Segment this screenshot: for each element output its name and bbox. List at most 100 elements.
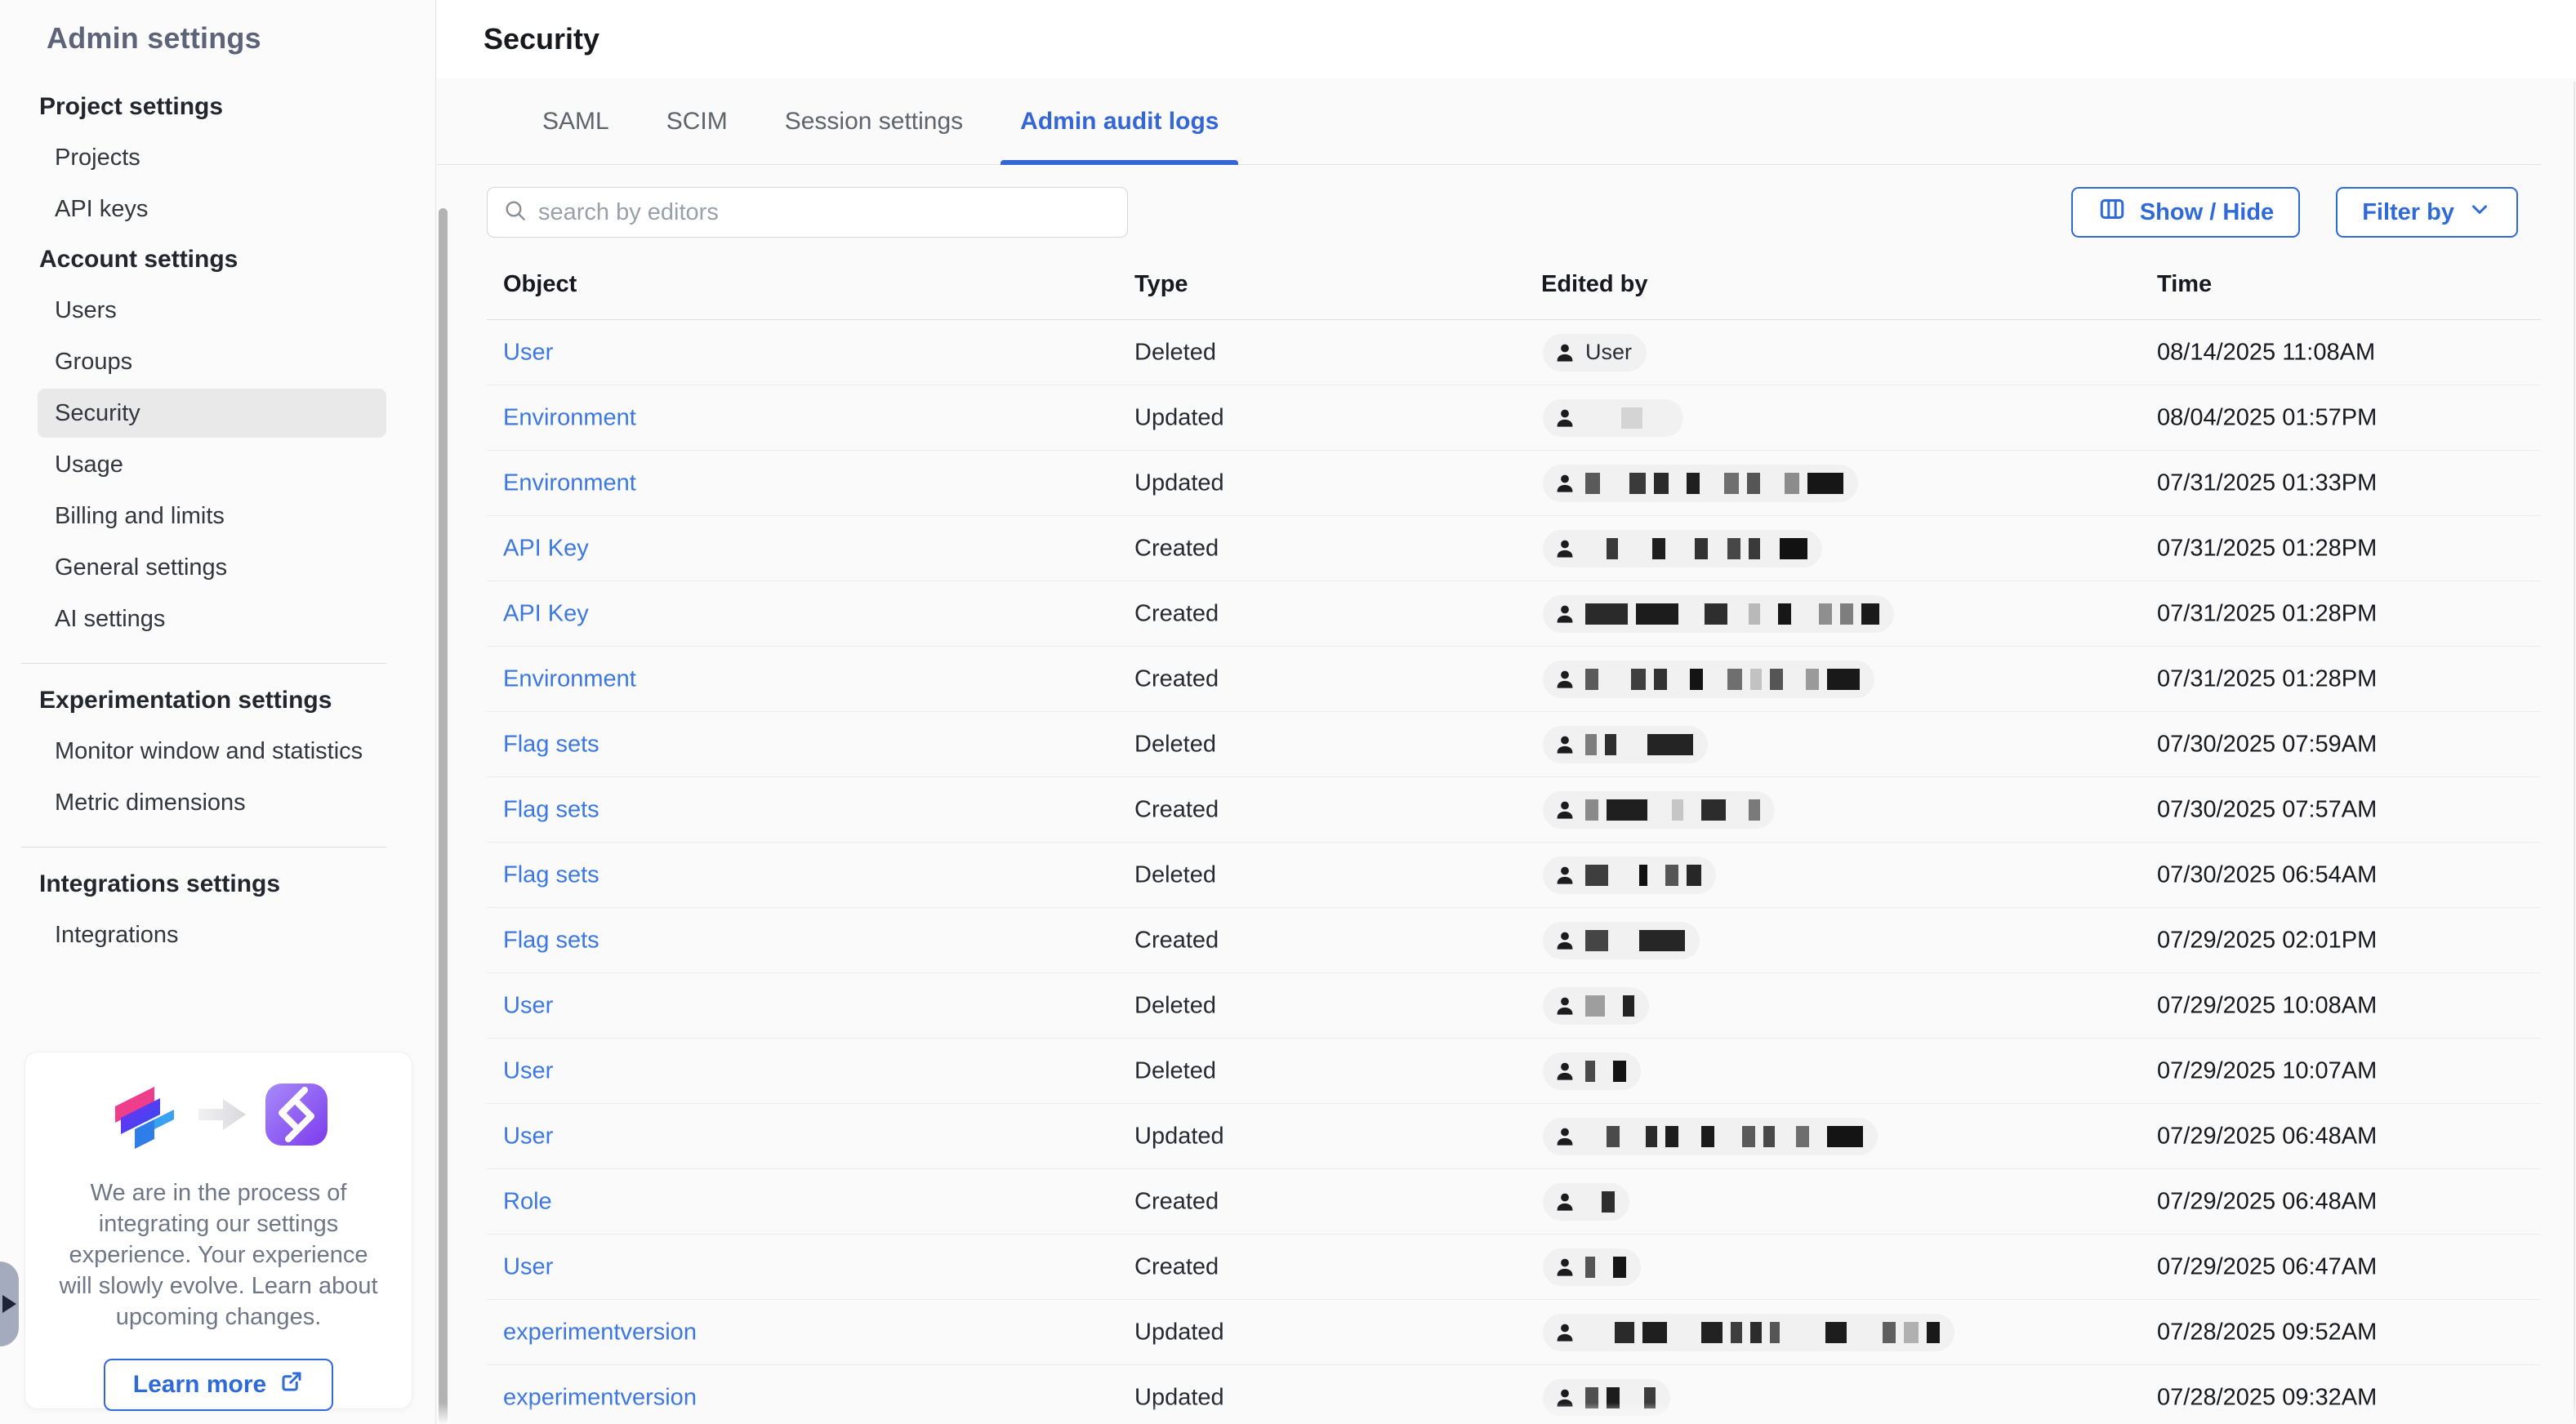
sidebar-item-metric-dimensions[interactable]: Metric dimensions — [38, 778, 386, 827]
object-link[interactable]: Environment — [503, 665, 636, 692]
sidebar-item-users[interactable]: Users — [38, 286, 386, 335]
editor-cell — [1541, 399, 1683, 437]
drawer-collapse-handle[interactable] — [0, 1262, 19, 1346]
redacted-block — [1613, 1257, 1626, 1278]
page-title: Security — [484, 22, 599, 56]
editor-cell — [1541, 530, 1822, 567]
sidebar-item-integrations[interactable]: Integrations — [38, 910, 386, 959]
redacted-block — [1727, 669, 1742, 690]
object-link[interactable]: Role — [503, 1188, 552, 1215]
redacted-block — [1585, 930, 1608, 951]
redacted-block — [1636, 603, 1678, 625]
editor-cell — [1541, 661, 1874, 698]
object-link[interactable]: Flag sets — [503, 796, 599, 823]
sidebar-item-general-settings[interactable]: General settings — [38, 543, 386, 592]
redacted-block — [1607, 1387, 1620, 1408]
type-cell: Deleted — [1134, 1057, 1216, 1084]
column-header-object: Object — [503, 271, 577, 298]
table-row: UserDeletedUser08/14/2025 11:08AM — [487, 320, 2541, 385]
search-input[interactable] — [538, 199, 1112, 226]
person-icon — [1553, 1320, 1577, 1345]
toolbar: Show / Hide Filter by — [487, 187, 2518, 238]
time-cell: 07/29/2025 06:47AM — [2157, 1253, 2377, 1280]
redacted-block — [1585, 538, 1598, 559]
object-link[interactable]: API Key — [503, 535, 589, 562]
filter-by-label: Filter by — [2362, 199, 2454, 226]
redacted-block — [1675, 669, 1682, 690]
table-row: UserUpdated07/29/2025 06:48AM — [487, 1104, 2541, 1169]
editor-cell — [1541, 1183, 1629, 1221]
sidebar-item-billing-and-limits[interactable]: Billing and limits — [38, 492, 386, 541]
sidebar-item-api-keys[interactable]: API keys — [38, 185, 386, 234]
sidebar-item-monitor-window-and-statistics[interactable]: Monitor window and statistics — [38, 727, 386, 776]
tab-session-settings[interactable]: Session settings — [765, 78, 983, 164]
redacted-block — [1731, 1322, 1742, 1343]
filter-by-button[interactable]: Filter by — [2336, 187, 2518, 238]
time-cell: 07/29/2025 10:08AM — [2157, 992, 2377, 1019]
sidebar-item-projects[interactable]: Projects — [38, 133, 386, 182]
object-link[interactable]: User — [503, 1123, 553, 1150]
tab-scim[interactable]: SCIM — [647, 78, 747, 164]
sidebar-group-heading-experimentation-settings: Experimentation settings — [39, 677, 435, 724]
expand-arrow-icon — [2, 1295, 16, 1313]
redacted-block — [1675, 1322, 1693, 1343]
person-icon — [1553, 471, 1577, 496]
redacted-block — [1716, 538, 1719, 559]
redacted-block — [1665, 1126, 1678, 1147]
object-link[interactable]: Flag sets — [503, 731, 599, 758]
redacted-block — [1629, 473, 1646, 494]
table-row: EnvironmentUpdated07/31/2025 01:33PM — [487, 451, 2541, 516]
sidebar-title: Admin settings — [0, 0, 435, 56]
audit-log-table: ObjectTypeEdited byTime UserDeletedUser0… — [487, 238, 2541, 1424]
learn-more-button[interactable]: Learn more — [104, 1359, 333, 1411]
sidebar-item-security[interactable]: Security — [38, 389, 386, 438]
table-row: experimentversionUpdated07/28/2025 09:52… — [487, 1300, 2541, 1365]
object-link[interactable]: experimentversion — [503, 1384, 697, 1411]
editor-badge — [1543, 1183, 1629, 1221]
redacted-block — [1603, 1061, 1605, 1082]
person-icon — [1553, 406, 1577, 430]
object-link[interactable]: User — [503, 992, 553, 1019]
object-link[interactable]: Environment — [503, 469, 636, 496]
editor-cell — [1541, 791, 1775, 829]
person-icon — [1553, 928, 1577, 953]
table-row: Flag setsCreated07/29/2025 02:01PM — [487, 908, 2541, 973]
type-cell: Created — [1134, 600, 1219, 627]
redacted-block — [1817, 1126, 1819, 1147]
sidebar-item-usage[interactable]: Usage — [38, 440, 386, 489]
object-link[interactable]: Flag sets — [503, 927, 599, 954]
redacted-block — [1585, 734, 1597, 755]
editor-badge — [1543, 857, 1716, 894]
time-cell: 08/04/2025 01:57PM — [2157, 404, 2377, 431]
object-link[interactable]: Environment — [503, 404, 636, 431]
redacted-block — [1608, 473, 1621, 494]
object-link[interactable]: User — [503, 1253, 553, 1280]
sidebar-item-groups[interactable]: Groups — [38, 337, 386, 386]
object-link[interactable]: User — [503, 1057, 553, 1084]
redacted-block — [1778, 603, 1791, 625]
time-cell: 07/31/2025 01:28PM — [2157, 600, 2377, 627]
chevron-down-icon — [2467, 197, 2492, 228]
editor-cell — [1541, 857, 1716, 894]
object-link[interactable]: User — [503, 339, 553, 366]
split-logo-icon — [107, 1077, 182, 1156]
redacted-block — [1646, 1126, 1657, 1147]
object-link[interactable]: Flag sets — [503, 861, 599, 888]
redacted-block — [1585, 1387, 1598, 1408]
sidebar-item-ai-settings[interactable]: AI settings — [38, 594, 386, 643]
editor-badge — [1543, 791, 1775, 829]
object-link[interactable]: experimentversion — [503, 1319, 697, 1346]
redacted-block — [1701, 1126, 1714, 1147]
editor-badge: User — [1543, 334, 1647, 372]
show-hide-columns-button[interactable]: Show / Hide — [2071, 187, 2300, 238]
tab-admin-audit-logs[interactable]: Admin audit logs — [1001, 78, 1238, 164]
redacted-block — [1749, 603, 1760, 625]
redacted-block — [1654, 669, 1667, 690]
redacted-block — [1705, 603, 1727, 625]
redacted-block — [1770, 1322, 1780, 1343]
redacted-block — [1750, 669, 1762, 690]
tab-saml[interactable]: SAML — [523, 78, 629, 164]
object-link[interactable]: API Key — [503, 600, 589, 627]
editor-badge — [1543, 1314, 1954, 1351]
redacted-block — [1585, 1126, 1598, 1147]
